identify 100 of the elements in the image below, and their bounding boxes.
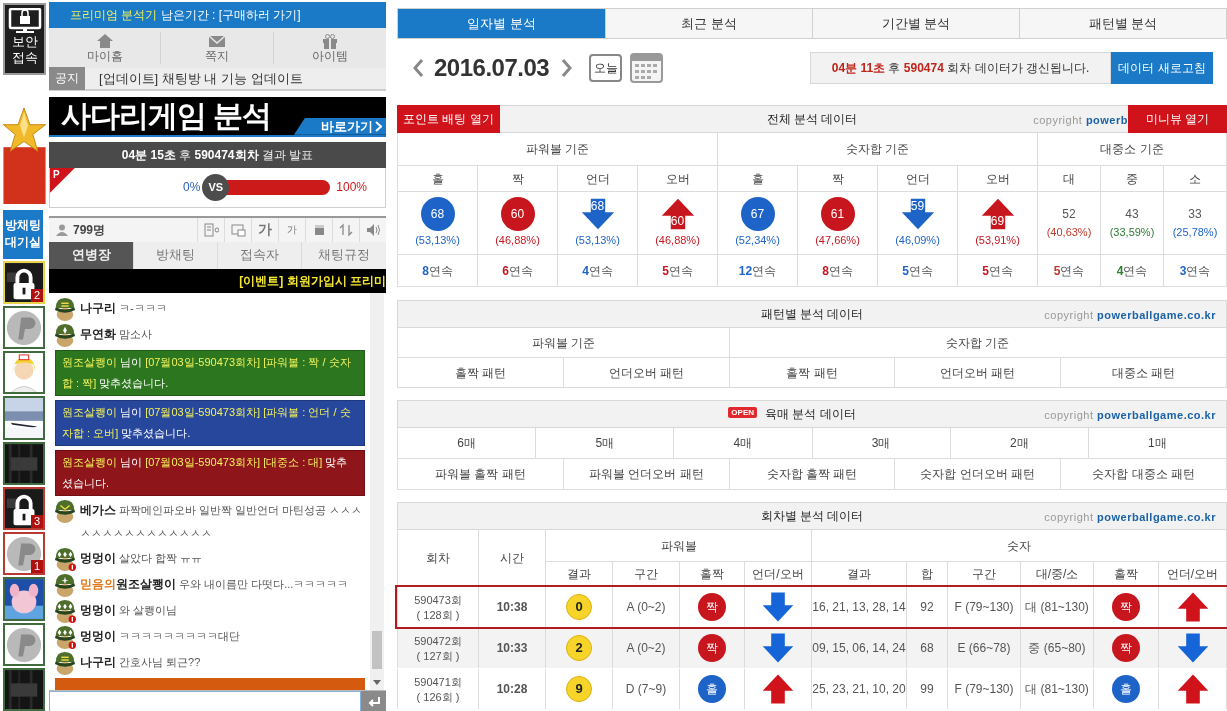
avatar[interactable] [3, 441, 45, 485]
gift-icon [320, 32, 339, 49]
avatar[interactable] [3, 667, 45, 711]
security-button[interactable]: 보안 접속 [3, 3, 46, 75]
analysis-tab[interactable]: 일자별 분석 [398, 9, 605, 38]
group-header: 숫자 [812, 530, 1226, 561]
column-header: 회차 [398, 530, 478, 585]
avatar[interactable]: 3 [3, 486, 45, 531]
shortcut-link[interactable]: 바로가기 [294, 117, 386, 135]
streak-label: 5연속 [902, 262, 933, 280]
today-button[interactable]: 오늘 [589, 54, 623, 82]
table-cell: E (66~78) [948, 628, 1020, 668]
pattern-link[interactable]: 홀짝 패턴 [729, 358, 895, 387]
column-header: 오버 [958, 166, 1037, 191]
menu-link[interactable]: 마이홈 [49, 31, 162, 64]
avatar[interactable] [3, 351, 45, 395]
table-row[interactable]: 590473회 ( 128회 ) 10:38 0 A (0~2) 짝 16, 21, 13, 28, 14 92 F (79~130) 대 (81~130) 짝 [397, 587, 1227, 627]
table-cell: 중 (65~80) [1021, 628, 1093, 668]
font-size-button[interactable]: 가 [251, 217, 278, 242]
send-button[interactable] [361, 691, 386, 711]
table-cell: 대 (81~130) [1021, 669, 1093, 709]
point-betting-button[interactable]: 포인트 배팅 열기 [397, 105, 500, 133]
section-title: 육매 분석 데이터 [765, 406, 856, 423]
column-header: 홀짝 [1094, 562, 1158, 585]
table-cell: 99 [907, 669, 947, 709]
group-header: 대중소 기준 [1038, 133, 1226, 165]
percent-label: 100% [336, 179, 368, 197]
home-icon [95, 32, 114, 49]
pattern-link[interactable]: 홀짝 패턴 [398, 358, 563, 387]
table-cell: F (79~130) [948, 669, 1020, 709]
chat-input[interactable] [49, 691, 361, 711]
notice-link[interactable]: [업데이트] 채팅방 내 기능 업데이트 [99, 68, 303, 89]
avatar[interactable]: 2 [3, 260, 45, 304]
avatar[interactable] [3, 396, 45, 440]
refresh-button[interactable]: 데이터 새로고침 [1111, 52, 1213, 84]
count-label: 43 [1125, 206, 1139, 224]
percent-label: 0% [183, 179, 201, 197]
table-cell: A (0~2) [613, 628, 679, 668]
group-header: 숫자합 기준 [718, 133, 1037, 165]
scrollbar-thumb[interactable] [372, 630, 382, 669]
table-row[interactable]: 590472회 ( 127회 ) 10:33 2 A (0~2) 짝 09, 15, 06, 14, 24 68 E (66~78) 중 (65~80) 짝 [397, 628, 1227, 668]
streak-label: 12연속 [738, 262, 777, 280]
scrollbar[interactable] [370, 292, 384, 690]
round-subnumber: ( 128회 ) [416, 608, 460, 622]
menu-link[interactable]: 아이템 [273, 31, 386, 64]
odd-even-badge: 홀 [1112, 675, 1140, 703]
font-size-button[interactable]: 가 [278, 217, 305, 242]
table-cell: 68 [907, 628, 947, 668]
waiting-room-button[interactable]: 방채팅 대기실 [3, 209, 43, 259]
percent-label: (46,88%) [655, 233, 700, 249]
pattern-link[interactable]: 숫자합 홀짝 패턴 [729, 459, 895, 489]
menu-link[interactable]: 쪽지 [161, 31, 274, 64]
streak-label: 3연속 [1179, 262, 1211, 280]
copyright-note: copyright powerballgame.co.kr [1044, 308, 1216, 323]
mini-view-button[interactable]: 미니뷰 열기 [1128, 105, 1227, 133]
count-tab[interactable]: 4매 [674, 428, 812, 458]
count-tab[interactable]: 3매 [812, 428, 950, 458]
column-header: 결과 [812, 562, 906, 585]
p-logo-icon [5, 308, 43, 348]
avatar[interactable]: 1 [3, 532, 45, 576]
avatar[interactable] [3, 622, 45, 666]
banner-title: 사다리게임 분석 [61, 97, 272, 134]
count-tab[interactable]: 5매 [536, 428, 674, 458]
notice-tag: 공지 [49, 66, 85, 90]
previous-icon[interactable] [412, 58, 424, 78]
result-announcement: 04분 15초 후 590474회차 결과 발표 [121, 146, 314, 164]
count-tab[interactable]: 2매 [950, 428, 1088, 458]
column-header: 홀짝 [680, 562, 744, 585]
pattern-link[interactable]: 파워볼 홀짝 패턴 [398, 459, 563, 489]
streak-label: 4연속 [1116, 262, 1148, 280]
pattern-link[interactable]: 언더오버 패턴 [563, 358, 729, 387]
round-number: 590472회 [414, 634, 462, 649]
pattern-link[interactable]: 언더오버 패턴 [895, 358, 1061, 387]
streak-label: 4연속 [582, 262, 613, 280]
column-header: 대 [1038, 166, 1100, 191]
column-header: 언더/오버 [1159, 562, 1226, 585]
table-row[interactable]: 590471회 ( 126회 ) 10:28 9 D (7~9) 홀 25, 23, 21, 10, 20 99 F (79~130) 대 (81~130) 홀 [397, 669, 1227, 709]
section-title: 패턴별 분석 데이터 [760, 306, 864, 323]
avatar[interactable] [3, 306, 45, 350]
next-icon[interactable] [561, 58, 574, 78]
percent-label: (40,63%) [1046, 225, 1092, 241]
pattern-link[interactable]: 대중소 패턴 [1061, 358, 1226, 387]
chat-tab[interactable]: 연병장 [49, 241, 133, 269]
ball-badge: 2 [566, 635, 592, 661]
pattern-link[interactable]: 숫자합 대중소 패턴 [1061, 459, 1226, 489]
percent-label: (33,59%) [1109, 225, 1155, 241]
percent-label: (53,13%) [415, 233, 460, 249]
pattern-link[interactable]: 파워볼 언더오버 패턴 [563, 459, 729, 489]
lock-icon [5, 488, 43, 529]
group-header: 파워볼 기준 [398, 133, 717, 165]
pattern-link[interactable]: 숫자합 언더오버 패턴 [895, 459, 1061, 489]
percent-label: (46,88%) [495, 233, 540, 249]
users-icon [55, 223, 69, 236]
percent-label: (46,09%) [895, 233, 940, 249]
chat-message: 멍멍이 살았다 합짝 ㅠㅠ [80, 549, 203, 567]
banner[interactable]: 사다리게임 분석 바로가기 [49, 96, 386, 137]
count-tab[interactable]: 1매 [1088, 428, 1226, 458]
count-tab[interactable]: 6매 [398, 428, 536, 458]
calendar-icon[interactable] [630, 53, 664, 83]
table-cell: 대 (81~130) [1021, 587, 1093, 627]
